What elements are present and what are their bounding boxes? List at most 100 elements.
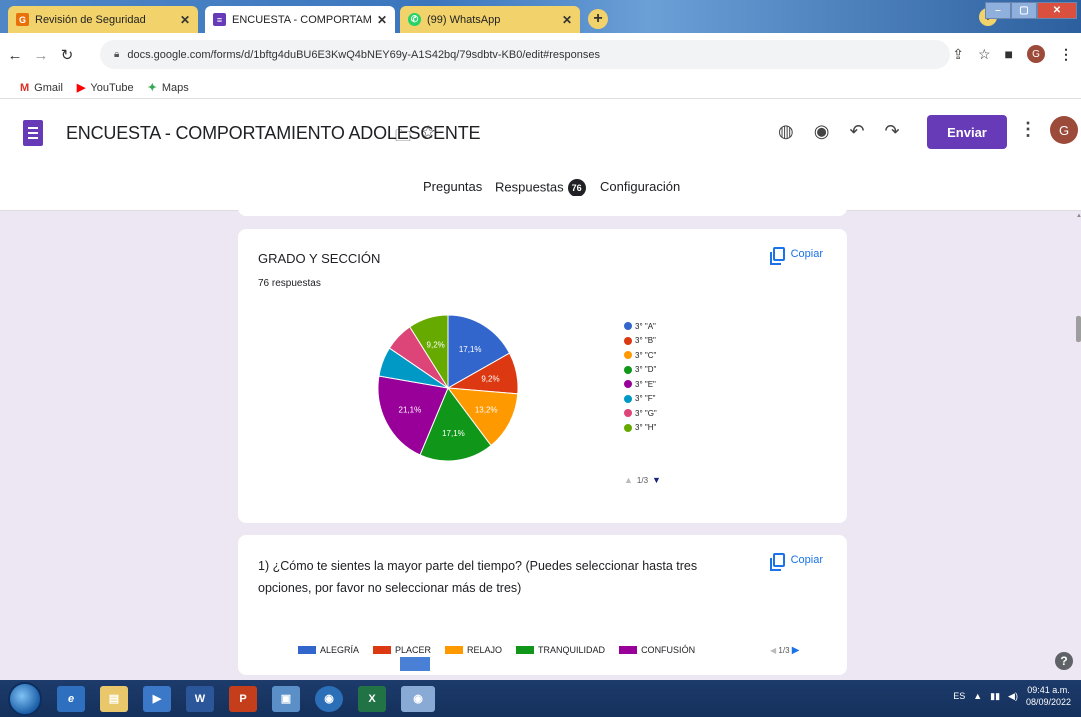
legend-item[interactable]: 3° "G" xyxy=(624,406,657,421)
folder-icon[interactable]: 🗀︎ xyxy=(395,125,411,152)
legend-item[interactable]: 3° "B" xyxy=(624,334,657,349)
legend-label: 3° "A" xyxy=(635,321,656,331)
bar-legend-item[interactable]: PLACER xyxy=(373,645,431,655)
legend-next-icon[interactable]: ▼ xyxy=(652,475,661,485)
bookmark-youtube[interactable]: ▶ YouTube xyxy=(77,81,134,95)
scrollbar-thumb[interactable] xyxy=(1076,316,1081,342)
form-title[interactable]: ENCUESTA - COMPORTAMIENTO ADOLESCENTE xyxy=(66,123,481,144)
pie-chart[interactable]: 17,1% 9,2% 13,2% 17,1% 21,1% 9,2% xyxy=(377,313,519,463)
legend-item[interactable]: 3° "F" xyxy=(624,392,657,407)
google-forms-icon[interactable] xyxy=(23,120,43,146)
palette-icon[interactable]: ◍ xyxy=(778,121,794,142)
tab-responses[interactable]: Respuestas 76 xyxy=(495,179,586,197)
back-icon[interactable]: ← xyxy=(4,47,26,64)
new-tab-button[interactable]: + xyxy=(588,9,608,29)
bar-legend-swatch xyxy=(516,646,535,654)
chrome-icon[interactable]: ◉ xyxy=(315,685,343,712)
bar-legend-item[interactable]: ALEGRÍA xyxy=(298,645,359,655)
minimize-button[interactable]: – xyxy=(985,2,1011,19)
bar-legend-label: CONFUSIÓN xyxy=(641,645,696,655)
address-bar[interactable]: 🔒︎ docs.google.com/forms/d/1bftg4duBU6E3… xyxy=(100,40,950,69)
close-tab-icon[interactable]: ✕ xyxy=(562,13,572,27)
clock[interactable]: 09:41 a.m. 08/09/2022 xyxy=(1026,684,1071,708)
bar-legend-label: ALEGRÍA xyxy=(320,645,360,655)
undo-icon[interactable]: ↶ xyxy=(849,121,864,142)
bookmark-maps[interactable]: ✦ Maps xyxy=(147,81,189,95)
previous-card-bottom xyxy=(238,196,847,216)
legend-dot xyxy=(624,394,632,403)
help-icon[interactable]: ? xyxy=(1055,652,1073,670)
pie-slice-label: 9,2% xyxy=(427,341,445,350)
reload-icon[interactable]: ↻ xyxy=(56,46,78,64)
profile-avatar[interactable]: G xyxy=(1027,45,1045,63)
scroll-up-icon[interactable]: ▲ xyxy=(1076,213,1081,219)
browser-tab-whatsapp[interactable]: ✆ (99) WhatsApp ✕ xyxy=(400,6,580,33)
bookmark-star-icon[interactable]: ☆ xyxy=(978,46,991,63)
legend-label: 3° "H" xyxy=(635,423,657,433)
legend-label: 3° "G" xyxy=(635,408,657,418)
tab-questions[interactable]: Preguntas xyxy=(423,179,482,194)
close-window-button[interactable]: ✕ xyxy=(1037,2,1077,19)
grade-section-card: GRADO Y SECCIÓN 76 respuestas Copiar 17,… xyxy=(238,229,847,523)
powerpoint-icon[interactable]: P xyxy=(229,685,257,712)
internet-explorer-icon[interactable]: e xyxy=(57,685,85,712)
close-tab-icon[interactable]: ✕ xyxy=(377,13,387,27)
maps-icon: ✦ xyxy=(147,82,157,94)
bar-legend-item[interactable]: TRANQUILIDAD xyxy=(516,645,605,655)
maximize-button[interactable]: ▢ xyxy=(1011,2,1037,19)
excel-icon[interactable]: X xyxy=(358,685,386,712)
responses-count-badge: 76 xyxy=(567,179,586,197)
legend-item[interactable]: 3° "C" xyxy=(624,348,657,363)
legend-item[interactable]: 3° "D" xyxy=(624,363,657,378)
bar-legend-item[interactable]: CONFUSIÓN xyxy=(619,645,695,655)
browser-tab-revision[interactable]: G Revisión de Seguridad ✕ xyxy=(8,6,198,33)
clock-date: 08/09/2022 xyxy=(1025,697,1071,707)
file-explorer-icon[interactable]: ▤ xyxy=(100,685,128,712)
copy-chart-button[interactable]: Copiar xyxy=(769,247,823,265)
forms-header: ENCUESTA - COMPORTAMIENTO ADOLESCENTE 🗀︎… xyxy=(0,99,1081,211)
bookmark-gmail[interactable]: M Gmail xyxy=(20,82,63,94)
bar-legend-label: RELAJO xyxy=(467,645,503,655)
bar-legend-label: PLACER xyxy=(395,645,432,655)
redo-icon[interactable]: ↷ xyxy=(885,121,900,142)
start-button[interactable] xyxy=(8,681,42,716)
legend-prev-icon[interactable]: ▲ xyxy=(624,475,633,485)
chrome-active-icon[interactable]: ◉ xyxy=(401,685,435,712)
language-indicator[interactable]: ES xyxy=(953,691,965,701)
bar-legend-swatch xyxy=(619,646,638,654)
more-options-icon[interactable]: ⋮ xyxy=(1019,119,1037,140)
browser-tab-encuesta[interactable]: ≡ ENCUESTA - COMPORTAMIENTO ✕ xyxy=(205,6,395,33)
send-button[interactable]: Enviar xyxy=(927,115,1007,149)
bar-legend-pager: ◀ 1/3 ▶ xyxy=(770,645,799,656)
word-icon[interactable]: W xyxy=(186,685,214,712)
question-text: 1) ¿Cómo te sientes la mayor parte del t… xyxy=(258,559,698,595)
bar-legend-next-icon[interactable]: ▶ xyxy=(792,645,800,656)
share-icon[interactable]: ⇪ xyxy=(952,46,964,63)
account-avatar[interactable]: G xyxy=(1050,116,1078,144)
gmail-icon: M xyxy=(20,81,30,94)
tab-settings[interactable]: Configuración xyxy=(600,179,680,194)
legend-item[interactable]: 3° "A" xyxy=(624,319,657,334)
copy-chart-button[interactable]: Copiar xyxy=(769,553,823,571)
show-hidden-icons-icon[interactable]: ▲ xyxy=(973,691,982,701)
legend-label: 3° "E" xyxy=(635,379,656,389)
bar-legend-swatch xyxy=(445,646,464,654)
menu-icon[interactable]: ⋮ xyxy=(1059,46,1073,63)
forward-icon[interactable]: → xyxy=(30,47,52,64)
legend-item[interactable]: 3° "E" xyxy=(624,377,657,392)
google-icon: G xyxy=(16,13,29,26)
picture-viewer-icon[interactable]: ▣ xyxy=(272,685,300,712)
bookmark-label: Gmail xyxy=(34,81,63,94)
side-panel-icon[interactable]: ■ xyxy=(1005,46,1013,62)
preview-eye-icon[interactable]: ◉ xyxy=(814,121,830,142)
star-icon[interactable]: ☆ xyxy=(420,122,436,143)
legend-item[interactable]: 3° "H" xyxy=(624,421,657,436)
tab-label: ENCUESTA - COMPORTAMIENTO xyxy=(232,13,371,26)
close-tab-icon[interactable]: ✕ xyxy=(180,13,190,27)
legend-label: 3° "F" xyxy=(635,394,656,404)
network-icon[interactable]: ▮▮ xyxy=(990,691,1000,702)
media-player-icon[interactable]: ▶ xyxy=(143,685,171,712)
volume-icon[interactable]: ◀) xyxy=(1008,691,1018,702)
bar-legend-prev-icon[interactable]: ◀ xyxy=(770,646,776,655)
bar-legend-item[interactable]: RELAJO xyxy=(445,645,502,655)
